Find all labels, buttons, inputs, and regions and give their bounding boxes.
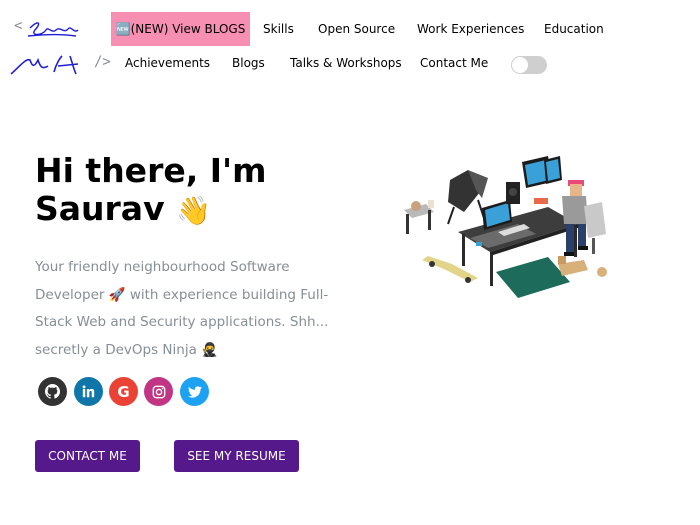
instagram-icon[interactable] (144, 377, 173, 406)
twitter-icon[interactable] (180, 377, 209, 406)
greeting-text: Hi there, I'm Saurav (35, 151, 267, 228)
github-icon[interactable] (38, 377, 67, 406)
nav-new-blogs[interactable]: 🆕(NEW) View BLOGS (111, 12, 250, 46)
site-logo[interactable]: < /> (8, 10, 113, 80)
nav-talks[interactable]: Talks & Workshops (290, 56, 402, 70)
nav-contact[interactable]: Contact Me (420, 56, 488, 70)
nav-achievements[interactable]: Achievements (125, 56, 210, 70)
contact-me-button[interactable]: CONTACT ME (35, 440, 140, 472)
toggle-knob (512, 57, 528, 73)
see-resume-button[interactable]: SEE MY RESUME (174, 440, 299, 472)
developer-desk-illustration (404, 156, 607, 298)
hero-subtitle: Your friendly neighbourhood Software Dev… (35, 259, 329, 358)
wave-emoji-icon: 👋 (176, 194, 211, 227)
nav-skills[interactable]: Skills (263, 22, 294, 36)
dark-mode-toggle[interactable] (511, 56, 547, 74)
nav-education[interactable]: Education (544, 22, 604, 36)
logo-close-bracket: /> (94, 54, 111, 70)
nav-open-source[interactable]: Open Source (318, 22, 395, 36)
nav-work-experiences[interactable]: Work Experiences (417, 22, 524, 36)
google-icon[interactable]: G (109, 377, 138, 406)
hero-greeting: Hi there, I'm Saurav 👋 (35, 152, 335, 230)
linkedin-icon[interactable] (74, 377, 103, 406)
nav-blogs[interactable]: Blogs (232, 56, 265, 70)
